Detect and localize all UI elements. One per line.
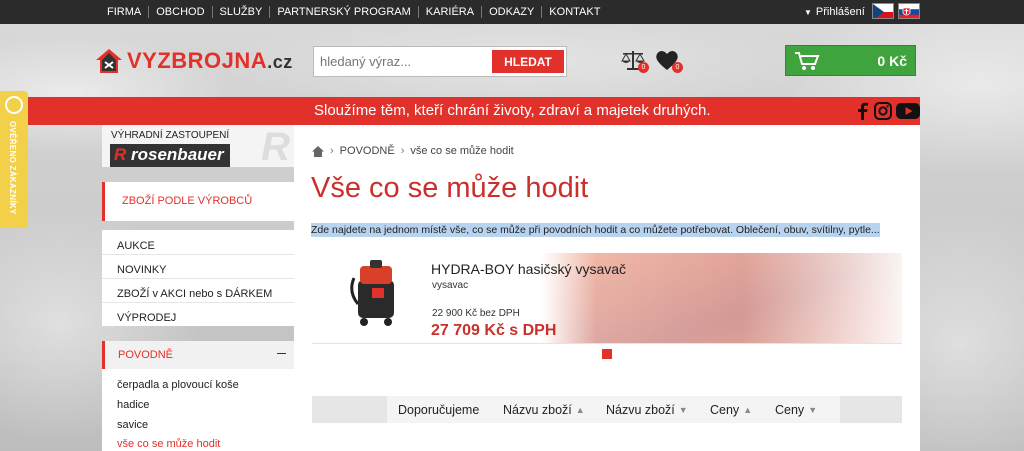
left-sidebar: VÝHRADNÍ ZASTOUPENÍ R rosenbauer R ZBOŽÍ…: [102, 125, 294, 451]
banner-fade: [742, 253, 902, 343]
sort-price-asc[interactable]: Ceny ▲: [710, 403, 752, 417]
sidebar-menu: AUKCE NOVINKY ZBOŽÍ v AKCI nebo s DÁRKEM…: [102, 230, 294, 326]
subcategory-vse-co-se-muze-hodit[interactable]: vše co se může hodit: [117, 438, 220, 450]
verified-reviews-label: OVĚŘENO ZÁKAZNÍKY: [8, 121, 17, 215]
rosenbauer-watermark-icon: R: [261, 125, 290, 169]
rosenbauer-banner[interactable]: VÝHRADNÍ ZASTOUPENÍ R rosenbauer R: [102, 125, 294, 167]
badge-icon: [5, 96, 23, 114]
nav-kontakt[interactable]: KONTAKT: [542, 6, 607, 18]
collapse-minus-icon[interactable]: [277, 353, 286, 354]
sort-name-asc[interactable]: Názvu zboží ▲: [503, 403, 585, 417]
by-manufacturer-link[interactable]: ZBOŽÍ PODLE VÝROBCŮ: [102, 182, 294, 221]
cz-flag-icon[interactable]: [872, 3, 894, 19]
breadcrumb-current: vše co se může hodit: [410, 145, 514, 157]
featured-product-banner[interactable]: HYDRA-BOY hasičský vysavač vysavac 22 90…: [312, 253, 902, 343]
subcategory-cerpadla[interactable]: čerpadla a plovoucí koše: [117, 379, 239, 391]
main-content: › POVODNĚ › vše co se může hodit Vše co …: [294, 125, 920, 451]
featured-price-ex-vat: 22 900 Kč bez DPH: [432, 308, 520, 319]
sidebar-item-novinky[interactable]: NOVINKY: [117, 264, 167, 276]
search-box: HLEDAT: [313, 46, 567, 77]
nav-firma[interactable]: FIRMA: [100, 6, 150, 18]
site-logo[interactable]: VYZBROJNA.cz: [95, 48, 293, 74]
youtube-icon[interactable]: [896, 102, 920, 120]
sort-options: Doporučujeme Názvu zboží ▲ Názvu zboží ▼ C…: [387, 396, 840, 423]
divider: [102, 254, 294, 255]
wishlist-button[interactable]: 0: [655, 49, 683, 73]
breadcrumb-separator: ›: [330, 145, 334, 157]
instagram-icon[interactable]: [874, 102, 892, 120]
divider: [312, 343, 902, 344]
compare-count-badge: 0: [638, 62, 649, 73]
slogan-text: Sloužíme těm, kteří chrání životy, zdrav…: [314, 102, 711, 119]
sidebar-item-akce[interactable]: ZBOŽÍ v AKCI nebo s DÁRKEM: [117, 288, 272, 300]
arrow-up-icon: ▲: [743, 405, 753, 415]
nav-sluzby[interactable]: SLUŽBY: [213, 6, 271, 18]
featured-product-category: vysavac: [432, 280, 469, 291]
featured-product-name[interactable]: HYDRA-BOY hasičský vysavač: [431, 261, 626, 277]
sort-recommended[interactable]: Doporučujeme: [398, 403, 479, 417]
sort-price-desc[interactable]: Ceny ▼: [775, 403, 817, 417]
nav-obchod[interactable]: OBCHOD: [149, 6, 213, 18]
divider: [102, 302, 294, 303]
verified-reviews-tab[interactable]: OVĚŘENO ZÁKAZNÍKY: [0, 91, 28, 228]
top-bar: FIRMA OBCHOD SLUŽBY PARTNERSKÝ PROGRAM K…: [0, 0, 1024, 24]
page-title: Vše co se může hodit: [311, 172, 589, 204]
rosenbauer-logo: R rosenbauer: [110, 144, 230, 167]
slogan-bar: Sloužíme těm, kteří chrání životy, zdrav…: [28, 97, 920, 125]
subcategory-savice[interactable]: savice: [117, 419, 148, 431]
nav-partnersky-program[interactable]: PARTNERSKÝ PROGRAM: [270, 6, 419, 18]
house-logo-icon: [96, 49, 122, 73]
rosenbauer-label: VÝHRADNÍ ZASTOUPENÍ: [111, 130, 230, 141]
category-description: Zde najdete na jednom místě vše, co se m…: [311, 223, 880, 237]
logo-text: VYZBROJNA.cz: [127, 48, 293, 73]
sidebar-item-aukce[interactable]: AUKCE: [117, 240, 155, 252]
featured-price-vat: 27 709 Kč s DPH: [431, 322, 557, 339]
arrow-down-icon: ▼: [808, 405, 818, 415]
cart-total: 0 Kč: [877, 53, 907, 69]
search-input[interactable]: [314, 47, 492, 76]
by-manufacturer-label: ZBOŽÍ PODLE VÝROBCŮ: [122, 195, 253, 207]
category-povodne: POVODNĚ čerpadla a plovoucí koše hadice …: [102, 341, 294, 451]
breadcrumb-separator: ›: [400, 145, 405, 157]
breadcrumb: › POVODNĚ › vše co se může hodit: [312, 145, 514, 157]
caret-down-icon: ▼: [804, 7, 812, 17]
nav-odkazy[interactable]: ODKAZY: [482, 6, 543, 18]
sort-name-desc[interactable]: Názvu zboží ▼: [606, 403, 688, 417]
wishlist-count-badge: 0: [672, 62, 683, 73]
login-label: Přihlášení: [815, 6, 865, 18]
sort-bar: Doporučujeme Názvu zboží ▲ Názvu zboží ▼ C…: [312, 396, 902, 423]
subcategory-hadice[interactable]: hadice: [117, 399, 149, 411]
compare-button[interactable]: 0: [621, 49, 649, 73]
vacuum-product-image: [350, 260, 394, 326]
category-povodne-header[interactable]: POVODNĚ: [102, 341, 294, 369]
nav-kariera[interactable]: KARIÉRA: [419, 6, 483, 18]
arrow-down-icon: ▼: [678, 405, 688, 415]
sidebar-item-vyprodej[interactable]: VÝPRODEJ: [117, 312, 176, 324]
breadcrumb-povodne[interactable]: POVODNĚ: [340, 145, 395, 157]
login-link[interactable]: ▼ Přihlášení: [804, 0, 865, 24]
category-povodne-label: POVODNĚ: [118, 349, 174, 361]
facebook-icon[interactable]: [856, 102, 868, 120]
sk-flag-icon[interactable]: [898, 3, 920, 19]
cart-icon: [795, 52, 820, 70]
top-nav: FIRMA OBCHOD SLUŽBY PARTNERSKÝ PROGRAM K…: [100, 0, 607, 24]
cart-button[interactable]: 0 Kč: [785, 45, 916, 76]
home-icon[interactable]: [312, 145, 324, 157]
search-button[interactable]: HLEDAT: [492, 50, 564, 73]
arrow-up-icon: ▲: [575, 405, 585, 415]
slider-dot[interactable]: [602, 349, 612, 359]
divider: [102, 278, 294, 279]
